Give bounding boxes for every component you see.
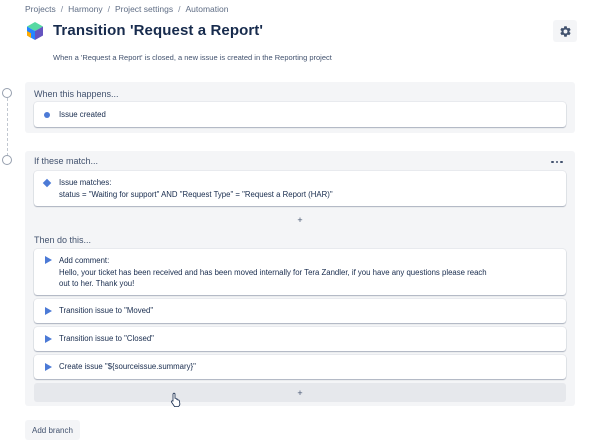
trigger-section-title: When this happens...	[34, 89, 119, 99]
action-label: Transition issue to "Closed"	[59, 334, 154, 343]
action-play-icon	[45, 363, 52, 371]
action-section-title: Then do this...	[34, 235, 92, 245]
action-text: Create issue "${sourceissue.summary}"	[59, 361, 196, 373]
trigger-card-issue-created[interactable]: Issue created	[34, 102, 566, 127]
page-title: Transition 'Request a Report'	[53, 22, 264, 39]
add-branch-button[interactable]: Add branch	[25, 420, 80, 440]
breadcrumb-projects[interactable]: Projects	[25, 4, 56, 14]
breadcrumb-separator: /	[60, 4, 64, 14]
hand-cursor-icon	[171, 392, 181, 407]
action-play-icon	[45, 256, 52, 264]
breadcrumb-separator: /	[178, 4, 181, 14]
action-label: Create issue "${sourceissue.summary}"	[59, 362, 196, 371]
timeline-node-condition	[2, 155, 12, 165]
breadcrumb-automation[interactable]: Automation	[185, 4, 228, 14]
comment-heading: Add comment:	[59, 256, 110, 265]
condition-card-issue-matches[interactable]: Issue matches: status = "Waiting for sup…	[34, 171, 566, 206]
condition-section-title: If these match...	[34, 156, 99, 166]
action-label: Transition issue to "Moved"	[59, 306, 154, 315]
more-options-button[interactable]	[548, 156, 566, 168]
add-condition-button[interactable]: +	[34, 210, 566, 229]
breadcrumb-harmony[interactable]: Harmony	[68, 4, 102, 14]
condition-heading: Issue matches:	[59, 178, 112, 187]
action-card-create-issue[interactable]: Create issue "${sourceissue.summary}"	[34, 355, 566, 379]
breadcrumb-separator: /	[107, 4, 110, 14]
project-logo-icon	[27, 22, 43, 40]
add-action-button[interactable]: +	[34, 383, 566, 402]
action-text: Transition issue to "Moved"	[59, 305, 153, 317]
breadcrumb: Projects / Harmony / Project settings / Automa…	[25, 4, 228, 14]
comment-text: Add comment: Hello, your ticket has been…	[59, 255, 487, 290]
action-card-add-comment[interactable]: Add comment: Hello, your ticket has been…	[34, 249, 566, 295]
gear-icon	[559, 25, 571, 37]
page-description: When a 'Request a Report' is closed, a n…	[53, 53, 332, 62]
breadcrumb-project-settings[interactable]: Project settings	[115, 4, 173, 14]
condition-diamond-icon	[42, 178, 52, 188]
settings-button[interactable]	[553, 20, 577, 42]
more-icon	[551, 160, 563, 164]
timeline-node-trigger	[2, 88, 12, 98]
trigger-section: When this happens... Issue created	[25, 82, 575, 133]
action-text: Transition issue to "Closed"	[59, 333, 154, 345]
action-play-icon	[45, 335, 52, 343]
condition-text: Issue matches: status = "Waiting for sup…	[59, 177, 333, 200]
action-card-transition-closed[interactable]: Transition issue to "Closed"	[34, 327, 566, 351]
trigger-text: Issue created	[59, 109, 106, 121]
trigger-dot-icon	[44, 111, 50, 118]
comment-body-line2: out to her. Thank you!	[59, 279, 135, 288]
comment-body-line1: Hello, your ticket has been received and…	[59, 267, 487, 277]
trigger-label: Issue created	[59, 110, 106, 119]
condition-jql: status = "Waiting for support" AND "Requ…	[59, 189, 333, 199]
action-card-transition-moved[interactable]: Transition issue to "Moved"	[34, 299, 566, 323]
condition-action-section: If these match... Issue matches: status …	[25, 151, 575, 406]
timeline-connector	[7, 98, 8, 156]
action-play-icon	[45, 307, 52, 315]
